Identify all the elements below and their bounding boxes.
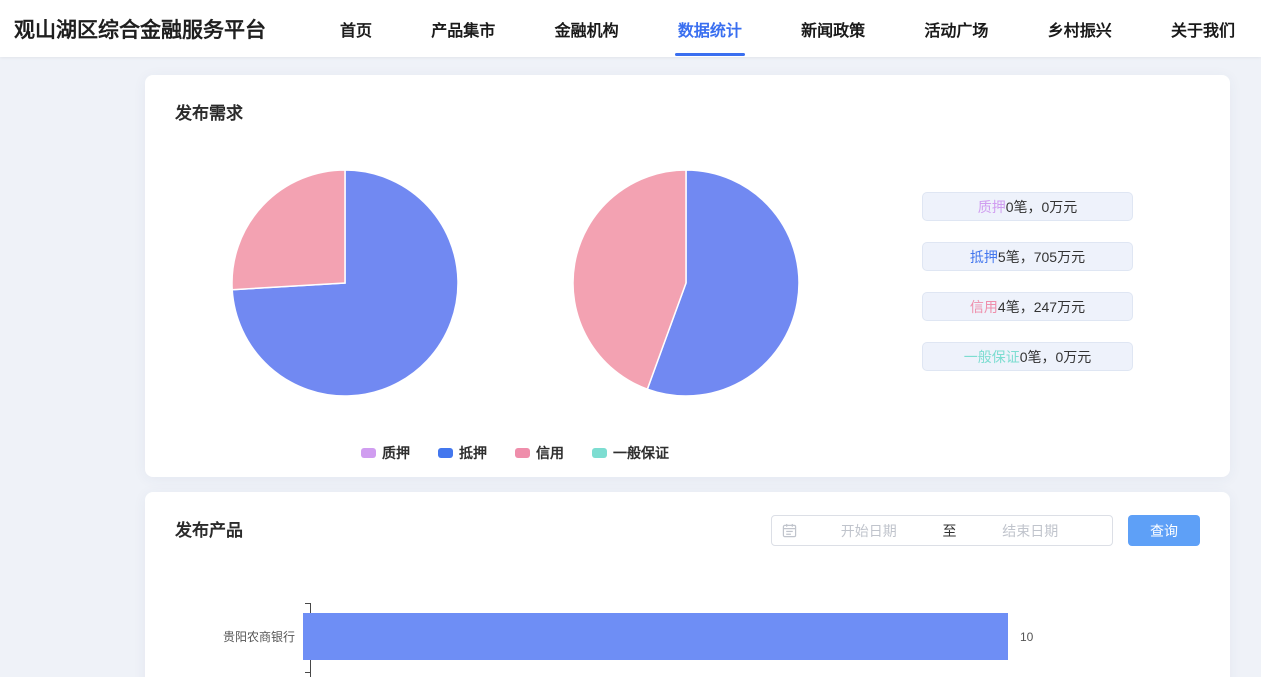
pie-legend: 质押 抵押 信用 一般保证 bbox=[145, 443, 885, 463]
stat-value-guarantee: 0笔，0万元 bbox=[1020, 347, 1092, 367]
legend-swatch-credit bbox=[515, 448, 530, 458]
top-header: 观山湖区综合金融服务平台 首页 产品集市 金融机构 数据统计 新闻政策 活动广场… bbox=[0, 0, 1261, 57]
main-nav: 首页 产品集市 金融机构 数据统计 新闻政策 活动广场 乡村振兴 关于我们 bbox=[340, 0, 1235, 57]
legend-swatch-pledge bbox=[361, 448, 376, 458]
nav-item-products[interactable]: 产品集市 bbox=[431, 0, 495, 57]
legend-swatch-guarantee bbox=[592, 448, 607, 458]
bar-row: 贵阳农商银行 10 bbox=[145, 613, 1230, 660]
legend-label-pledge: 质押 bbox=[382, 443, 410, 463]
nav-item-home[interactable]: 首页 bbox=[340, 0, 372, 57]
legend-label-guarantee: 一般保证 bbox=[613, 443, 669, 463]
stat-value-pledge: 0笔，0万元 bbox=[1006, 197, 1078, 217]
stat-badge-pledge: 质押0笔，0万元 bbox=[922, 192, 1133, 221]
product-controls: 开始日期 至 结束日期 查询 bbox=[771, 515, 1200, 546]
stat-value-credit: 4笔，247万元 bbox=[998, 297, 1085, 317]
end-date-input[interactable]: 结束日期 bbox=[959, 521, 1103, 541]
bar-guiyang-rural-bank bbox=[303, 613, 1008, 660]
nav-item-institutions[interactable]: 金融机构 bbox=[555, 0, 619, 57]
stat-key-mortgage: 抵押 bbox=[970, 247, 998, 267]
legend-item-pledge[interactable]: 质押 bbox=[361, 443, 410, 463]
product-card: 发布产品 开始日期 至 结束日期 查询 贵阳农商银行 10 bbox=[145, 492, 1230, 677]
query-button[interactable]: 查询 bbox=[1128, 515, 1200, 546]
nav-item-activities[interactable]: 活动广场 bbox=[924, 0, 988, 57]
legend-label-credit: 信用 bbox=[536, 443, 564, 463]
demand-amount-pie-chart bbox=[230, 168, 460, 398]
legend-swatch-mortgage bbox=[438, 448, 453, 458]
date-separator: 至 bbox=[941, 521, 959, 541]
calendar-icon bbox=[782, 523, 797, 538]
demand-stats: 质押0笔，0万元 抵押5笔，705万元 信用4笔，247万元 一般保证0笔，0万… bbox=[922, 192, 1133, 392]
site-title: 观山湖区综合金融服务平台 bbox=[14, 14, 266, 44]
nav-item-statistics[interactable]: 数据统计 bbox=[678, 0, 742, 57]
product-section-title: 发布产品 bbox=[175, 516, 243, 541]
nav-item-news[interactable]: 新闻政策 bbox=[801, 0, 865, 57]
stat-key-guarantee: 一般保证 bbox=[964, 347, 1020, 367]
bar-value-label: 10 bbox=[1020, 630, 1033, 644]
nav-item-about[interactable]: 关于我们 bbox=[1171, 0, 1235, 57]
product-bar-chart: 贵阳农商银行 10 bbox=[145, 613, 1230, 677]
demand-section-title: 发布需求 bbox=[175, 99, 243, 124]
stat-badge-credit: 信用4笔，247万元 bbox=[922, 292, 1133, 321]
bar-category-label: 贵阳农商银行 bbox=[145, 628, 303, 645]
stat-badge-guarantee: 一般保证0笔，0万元 bbox=[922, 342, 1133, 371]
legend-label-mortgage: 抵押 bbox=[459, 443, 487, 463]
nav-item-rural[interactable]: 乡村振兴 bbox=[1048, 0, 1112, 57]
axis-tick bbox=[305, 672, 310, 673]
stat-value-mortgage: 5笔，705万元 bbox=[998, 247, 1085, 267]
legend-item-guarantee[interactable]: 一般保证 bbox=[592, 443, 669, 463]
demand-card: 发布需求 质押0笔，0万元 抵押5笔，705万元 信用4笔，247万元 一般保证… bbox=[145, 75, 1230, 477]
demand-count-pie-chart bbox=[571, 168, 801, 398]
legend-item-mortgage[interactable]: 抵押 bbox=[438, 443, 487, 463]
stat-badge-mortgage: 抵押5笔，705万元 bbox=[922, 242, 1133, 271]
axis-tick bbox=[305, 603, 310, 604]
date-range-picker[interactable]: 开始日期 至 结束日期 bbox=[771, 515, 1113, 546]
stat-key-credit: 信用 bbox=[970, 297, 998, 317]
start-date-input[interactable]: 开始日期 bbox=[797, 521, 941, 541]
legend-item-credit[interactable]: 信用 bbox=[515, 443, 564, 463]
stat-key-pledge: 质押 bbox=[978, 197, 1006, 217]
